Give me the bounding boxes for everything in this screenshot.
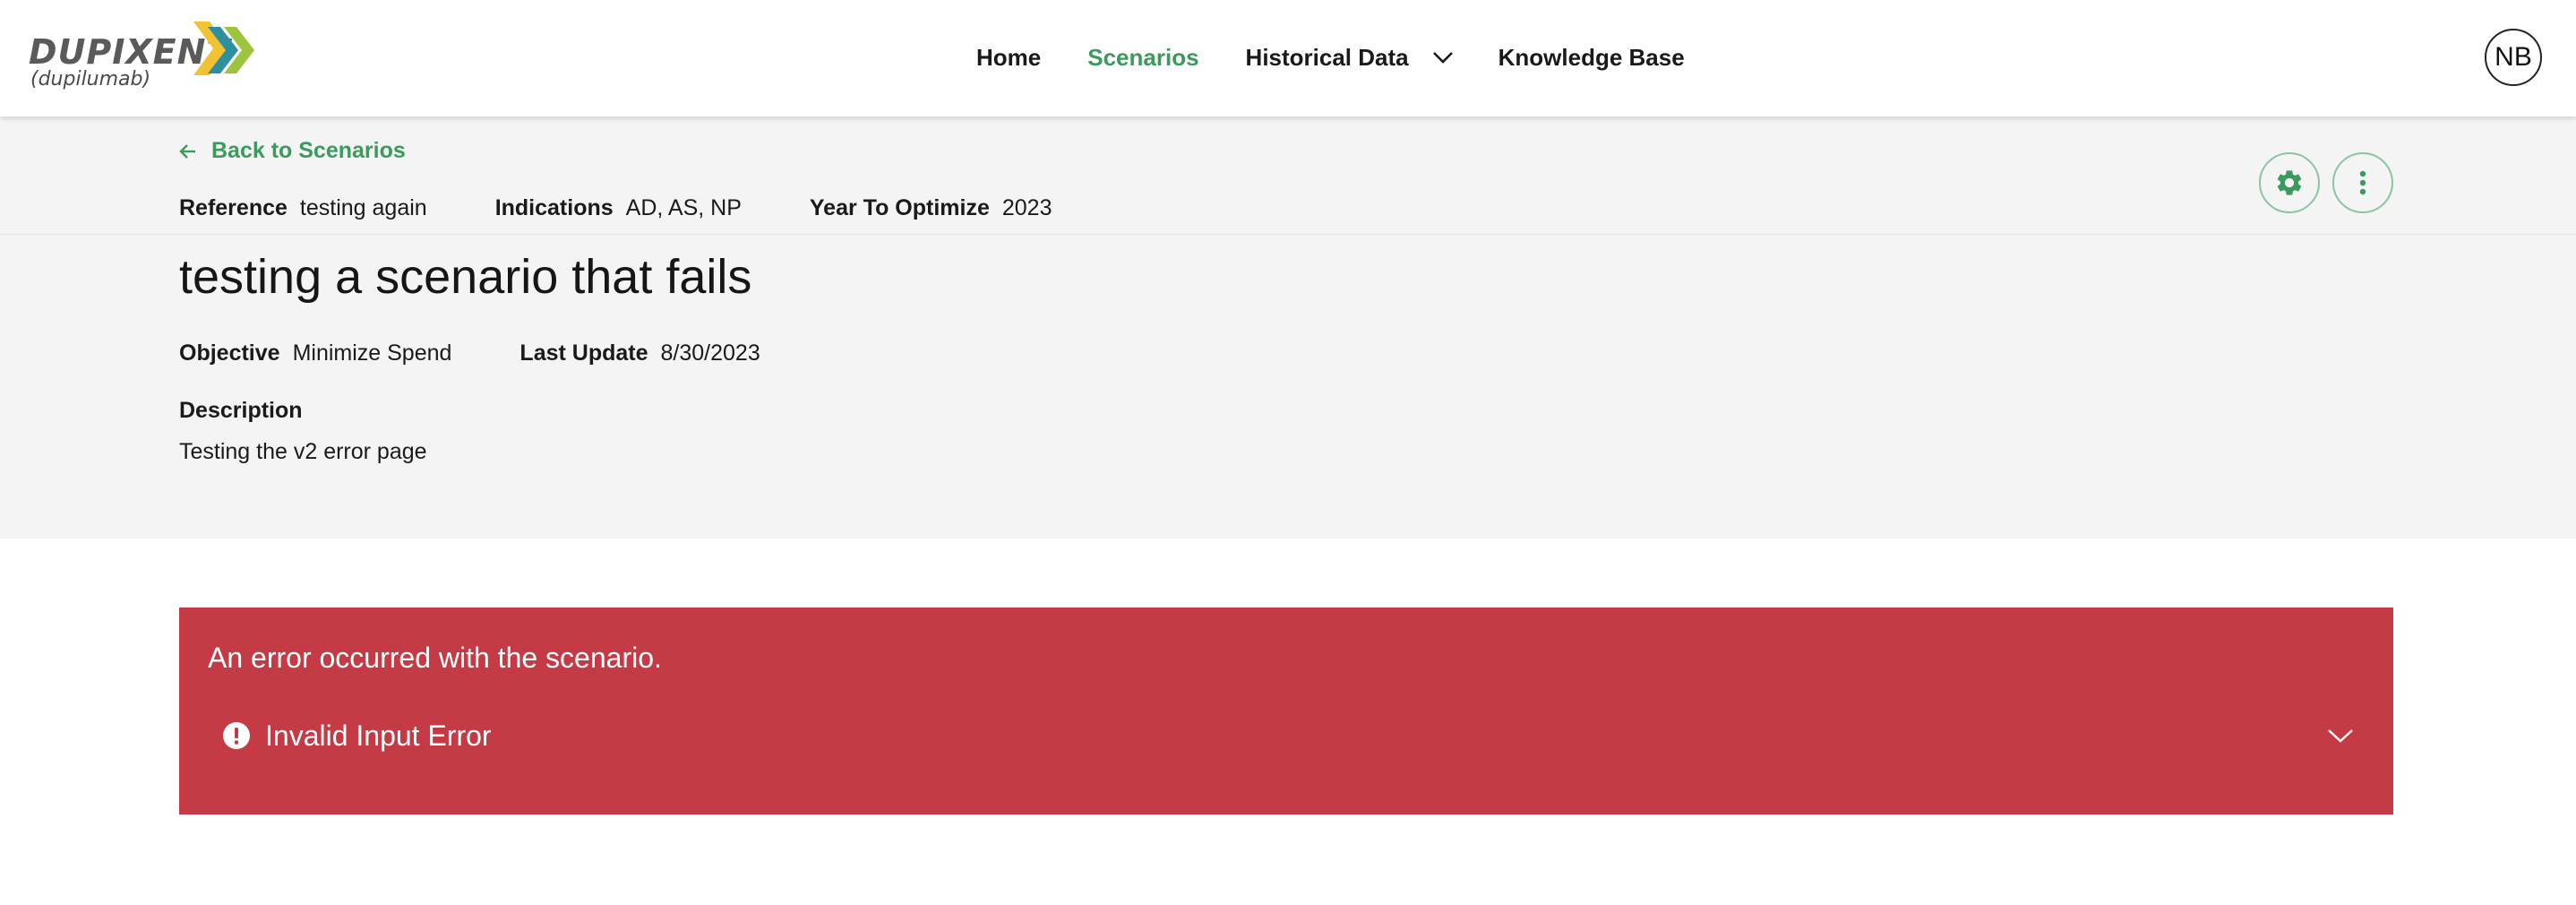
nav-historical-data-label: Historical Data [1245,43,1409,71]
last-update-value: 8/30/2023 [660,340,760,366]
chevron-down-icon [1432,52,1453,64]
page-title: testing a scenario that fails [179,250,752,304]
indications-label: Indications [494,195,614,220]
indications-value: AD, AS, NP [625,195,742,220]
nav-home[interactable]: Home [976,44,1041,72]
back-to-scenarios-link[interactable]: Back to Scenarios [179,138,406,164]
more-vertical-icon [2359,170,2366,195]
year-to-optimize-value: 2023 [1001,195,1052,220]
description-label: Description [179,398,303,423]
top-nav-bar: DUPIXENT (dupilumab) Home Scenarios Hist… [0,0,2576,116]
error-item-title: Invalid Input Error [265,719,492,752]
brand-logo[interactable]: DUPIXENT (dupilumab) [29,16,262,97]
nav-knowledge-base[interactable]: Knowledge Base [1498,44,1685,72]
back-link-label: Back to Scenarios [211,138,406,163]
nav-scenarios[interactable]: Scenarios [1087,44,1198,72]
error-message: An error occurred with the scenario. [208,642,662,674]
nav-historical-data[interactable]: Historical Data [1246,44,1454,72]
last-update-label: Last Update [519,340,648,366]
error-banner: An error occurred with the scenario. Inv… [179,608,2393,814]
description-value: Testing the v2 error page [179,439,427,464]
objective-label: Objective [179,340,280,366]
alert-circle-icon [223,722,250,749]
scenario-header: Back to Scenarios Reference testing agai… [0,116,2576,539]
scenario-meta-row: Reference testing again Indications AD, … [179,195,1120,221]
main-nav: Home Scenarios Historical Data Knowledge… [976,39,1685,75]
objective-value: Minimize Spend [292,340,452,366]
arrow-left-icon [179,143,195,159]
error-item-accordion[interactable]: Invalid Input Error [222,713,2354,758]
year-to-optimize-label: Year To Optimize [809,195,990,220]
brand-generic-name: (dupilumab) [30,68,151,90]
header-divider [0,234,2576,235]
brand-chevrons-icon [193,22,254,75]
reference-label: Reference [179,195,288,220]
scenario-detail-row: Objective Minimize Spend Last Update 8/3… [179,340,829,366]
gear-icon [2277,170,2302,195]
chevron-down-icon [2328,729,2353,743]
user-avatar[interactable]: NB [2485,29,2542,86]
more-options-button[interactable] [2332,152,2393,213]
reference-value: testing again [299,195,427,220]
settings-button[interactable] [2259,152,2320,213]
